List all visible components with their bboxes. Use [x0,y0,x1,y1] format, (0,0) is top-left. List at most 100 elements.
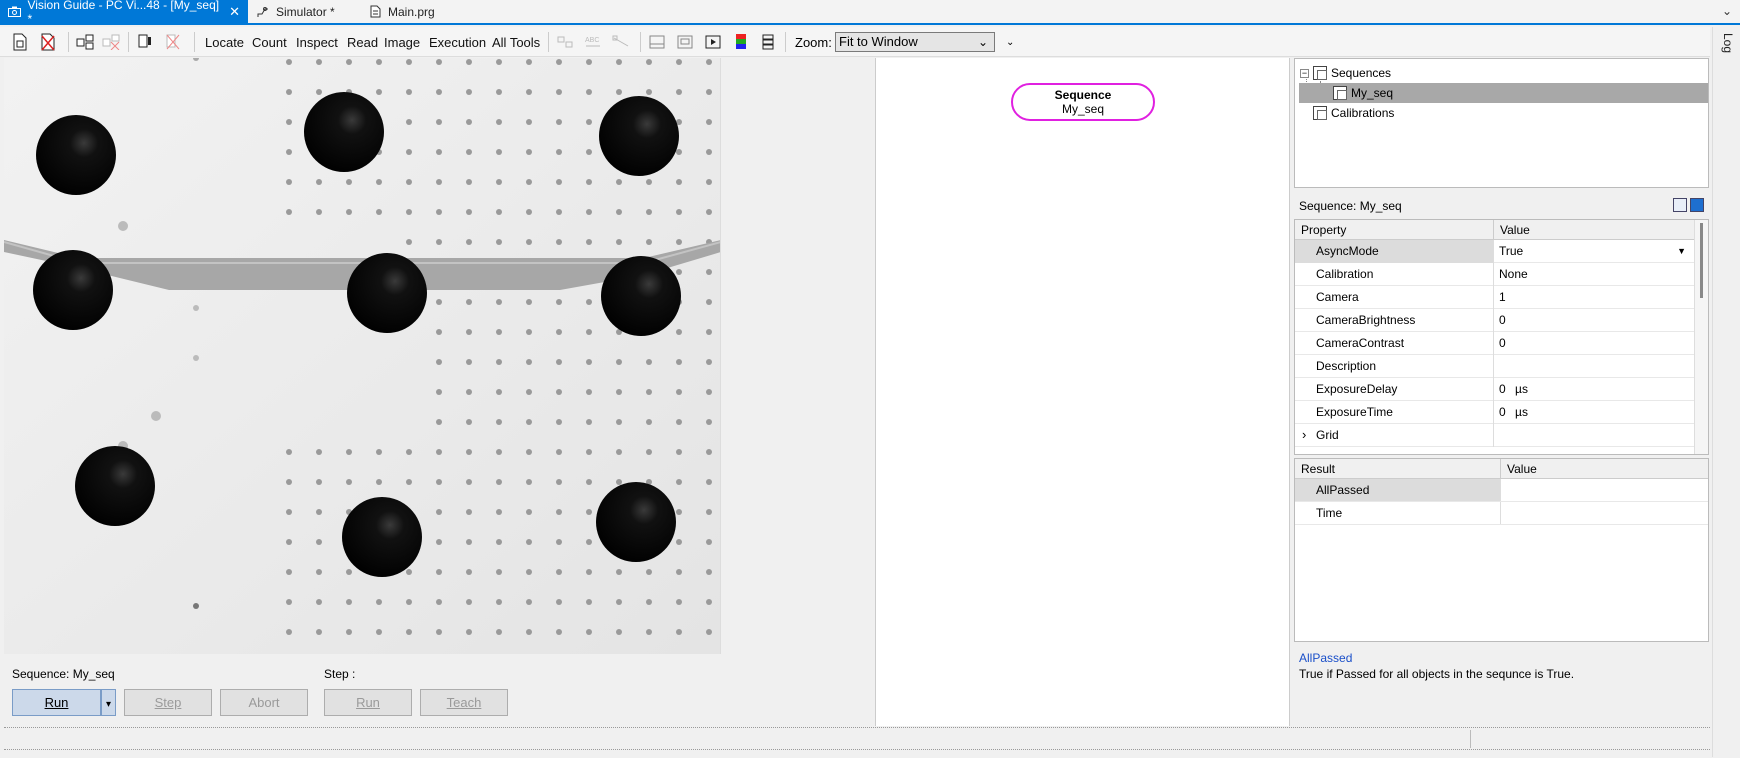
property-row-asyncmode[interactable]: AsyncMode True ▼ [1295,240,1695,263]
property-value[interactable] [1494,424,1694,447]
add-object-icon[interactable] [74,31,96,53]
abort-button[interactable]: Abort [220,689,308,716]
new-sequence-icon[interactable] [9,31,31,53]
tab-label: Main.prg [388,4,435,19]
result-grid-header: Result Value [1295,459,1708,479]
sequence-node-name: My_seq [1061,102,1105,116]
align-icon[interactable] [554,31,576,53]
property-scrollbar[interactable] [1694,220,1708,454]
distance-icon[interactable] [610,31,632,53]
property-value[interactable] [1494,355,1694,378]
tree-node-sequences[interactable]: − Sequences [1300,63,1391,83]
log-side-tab[interactable]: Log [1712,27,1740,757]
property-value[interactable]: 0 µs [1494,401,1694,424]
camera-image [4,58,720,654]
property-name: Calibration [1295,263,1494,286]
property-value[interactable]: 1 [1494,286,1694,309]
categorized-view-icon[interactable] [1673,198,1687,212]
tab-label: Simulator * [276,4,335,19]
property-row-description[interactable]: Description [1295,355,1695,378]
value-text: True [1499,244,1524,258]
menu-inspect[interactable]: Inspect [296,35,338,50]
tab-main-prg[interactable]: Main.prg [360,0,470,23]
delete-calibration-icon[interactable] [162,31,184,53]
property-value[interactable]: True ▼ [1494,240,1694,263]
tab-vision-guide[interactable]: Vision Guide - PC Vi...48 - [My_seq] * ✕ [0,0,248,26]
step-button[interactable]: Step [124,689,212,716]
sequence-node-title: Sequence [1054,88,1112,102]
collapse-icon[interactable]: − [1300,68,1309,78]
sequence-flowchart: Sequence My_seq [875,58,1290,726]
dropdown-arrow-icon[interactable]: ▼ [1677,240,1686,262]
folder-icon [1313,106,1327,120]
menu-all-tools[interactable]: All Tools [492,35,540,50]
value-text: 0 [1499,405,1506,419]
result-row-allpassed[interactable]: AllPassed [1295,479,1708,502]
chevron-down-icon[interactable]: ⌄ [1722,4,1732,18]
sequence-node[interactable]: Sequence My_seq [1011,83,1155,121]
result-row-time[interactable]: Time [1295,502,1708,525]
property-value[interactable]: 0 [1494,309,1694,332]
property-row-exposuretime[interactable]: ExposureTime 0 µs [1295,401,1695,424]
property-row-camera[interactable]: Camera 1 [1295,286,1695,309]
teach-button[interactable]: Teach [420,689,508,716]
video-icon[interactable] [702,31,724,53]
tree-label: Sequences [1331,66,1392,80]
property-row-camerabrightness[interactable]: CameraBrightness 0 [1295,309,1695,332]
run-dropdown-button[interactable]: ▾ [101,689,116,716]
tab-simulator[interactable]: Simulator * [248,0,358,23]
zoom-value: Fit to Window [839,34,918,49]
camera-image-view[interactable] [4,58,721,654]
tree-node-calibrations[interactable]: Calibrations [1313,103,1394,123]
menu-image[interactable]: Image [384,35,420,50]
property-row-grid[interactable]: › Grid [1295,424,1695,447]
robot-icon [256,6,270,18]
menu-read[interactable]: Read [347,35,378,50]
close-icon[interactable]: ✕ [229,4,240,20]
property-value[interactable]: 0 µs [1494,378,1694,401]
status-bar [4,727,1710,750]
graphics-icon[interactable] [674,31,696,53]
properties-header: Sequence: My_seq [1299,199,1402,213]
run-controls: Sequence: My_seq Step : Run ▾ Step Abort… [0,656,875,726]
property-row-cameracontrast[interactable]: CameraContrast 0 [1295,332,1695,355]
sorted-view-icon[interactable] [1690,198,1704,212]
property-name: Grid [1295,424,1494,447]
folder-icon [1313,66,1327,80]
add-calibration-icon[interactable] [134,31,156,53]
sequence-icon [1333,86,1347,100]
toolbar: Locate Count Inspect Read Image Executio… [0,27,1710,57]
tree-node-my-seq[interactable]: My_seq [1299,83,1708,103]
delete-object-icon[interactable] [100,31,122,53]
menu-locate[interactable]: Locate [205,35,244,50]
histogram-icon[interactable] [757,31,779,53]
text-tool-icon[interactable]: ABC [582,31,604,53]
step-run-button[interactable]: Run [324,689,412,716]
property-grid: Property Value AsyncMode True ▼ Calibrat… [1294,219,1709,455]
property-value[interactable]: 0 [1494,332,1694,355]
result-grid: Result Value AllPassed Time [1294,458,1709,642]
property-name: Description [1295,355,1494,378]
property-value[interactable]: None [1494,263,1694,286]
property-name: CameraBrightness [1295,309,1494,332]
delete-sequence-icon[interactable] [37,31,59,53]
color-bars-icon[interactable] [730,31,752,53]
property-row-calibration[interactable]: Calibration None [1295,263,1695,286]
unit-text: µs [1515,382,1528,396]
zoom-select[interactable]: Fit to Window ⌄ [835,32,995,52]
value-text: 0 [1499,382,1506,396]
image-window-icon[interactable] [646,31,668,53]
menu-count[interactable]: Count [252,35,287,50]
tab-label: Vision Guide - PC Vi...48 - [My_seq] * [27,0,220,26]
tree-label: Calibrations [1331,106,1395,120]
property-row-exposuredelay[interactable]: ExposureDelay 0 µs [1295,378,1695,401]
run-sequence-button[interactable]: Run [12,689,101,716]
teach-button-label: Teach [446,695,482,710]
column-header: Property [1295,220,1494,240]
overflow-icon[interactable]: ⌄ [1006,37,1014,48]
document-icon [368,5,382,18]
abort-button-label: Abort [248,695,280,710]
menu-execution[interactable]: Execution [429,35,486,50]
property-name: AsyncMode [1295,240,1494,263]
description-title: AllPassed [1299,651,1353,665]
